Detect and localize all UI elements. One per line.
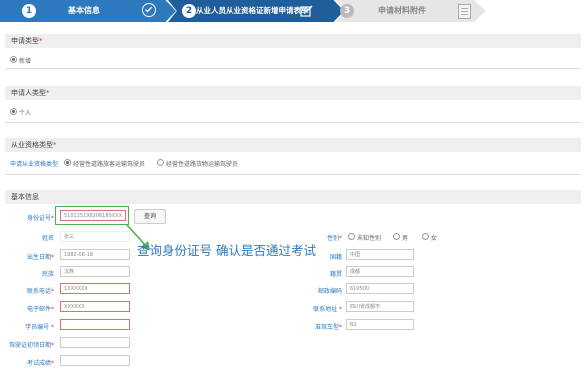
qual-type-radio-freight[interactable]	[157, 159, 164, 166]
nation-input[interactable]: 中国	[346, 249, 414, 260]
section-applicant-type: 申请人类型*	[5, 86, 581, 100]
document-icon	[458, 4, 471, 19]
qual-type-label: 申请从业资格类型	[10, 161, 59, 168]
check-icon	[142, 3, 156, 17]
apply-type-option: 新增	[19, 58, 32, 65]
student-no-label: 学员编号	[25, 324, 50, 331]
name-label: 姓名	[41, 235, 54, 242]
license-date-label: 驾驶证初领日期	[8, 342, 51, 349]
birth-label: 出生日期	[26, 254, 51, 261]
divider	[5, 122, 581, 123]
step-1-number: 1	[22, 4, 36, 18]
name-input[interactable]: 张三	[60, 231, 130, 242]
phone-label: 联系电话	[26, 288, 51, 295]
gender-label: 性别	[326, 235, 339, 242]
section-title: 基本信息	[11, 193, 39, 201]
section-qual-type: 从业资格类型*	[5, 138, 581, 152]
applicant-type-option: 个人	[19, 110, 32, 117]
section-apply-type: 申请类型*	[5, 34, 581, 48]
qual-type-option-passenger: 经营性道路旅客运输驾驶员	[73, 161, 146, 168]
divider	[5, 174, 581, 175]
student-no-input[interactable]	[60, 319, 130, 330]
email-label: 电子邮件	[26, 306, 51, 313]
gender-radio-unknown[interactable]	[348, 233, 355, 240]
gender-option-unknown: 未知性别	[357, 235, 382, 242]
score-input[interactable]	[60, 355, 130, 366]
postcode-input[interactable]: 610500	[346, 283, 414, 294]
origin-input[interactable]: 成都	[346, 266, 414, 277]
ethnic-label: 民族	[41, 271, 54, 278]
section-title: 申请类型	[11, 37, 39, 45]
applicant-type-radio[interactable]	[10, 108, 17, 115]
step-2-label: 从业人员从业资格证新增申请表单	[196, 6, 309, 15]
address-input[interactable]: 四川省成都市	[346, 301, 414, 312]
section-title: 申请人类型	[11, 89, 46, 97]
gender-radio-male[interactable]	[393, 233, 400, 240]
section-title: 从业资格类型	[11, 141, 53, 149]
phone-input[interactable]: 1XXXXXX	[60, 283, 130, 294]
step-1-label: 基本信息	[68, 6, 100, 15]
address-label: 联系地址	[313, 306, 338, 313]
id-input[interactable]: 510125198206180XXX	[60, 210, 126, 221]
email-input[interactable]: XXXXXX	[60, 301, 130, 312]
step-3-number: 3	[340, 4, 354, 18]
step-3-label: 申请材料附件	[378, 6, 426, 15]
birth-input[interactable]: 1982-06-18	[60, 249, 130, 260]
annotation-text: 查询身份证号 确认是否通过考试	[137, 243, 316, 258]
step-2-number: 2	[182, 4, 196, 18]
apply-type-radio[interactable]	[10, 56, 17, 63]
step-progress-bar: 1 基本信息 2 从业人员从业资格证新增申请表单 3 申请材料附件	[0, 0, 588, 22]
qual-type-radio-passenger[interactable]	[64, 159, 71, 166]
postcode-label: 邮政编码	[317, 288, 342, 295]
qual-type-option-freight: 经营性道路货物运输驾驶员	[166, 161, 239, 168]
origin-label: 籍贯	[329, 271, 342, 278]
vehicle-label: 准驾车型	[314, 324, 339, 331]
edit-icon	[300, 3, 314, 17]
vehicle-input[interactable]: B2	[346, 319, 414, 330]
divider	[5, 68, 581, 69]
gender-option-male: 男	[402, 235, 409, 242]
gender-radio-female[interactable]	[422, 233, 429, 240]
section-basic-info: 基本信息	[5, 190, 581, 204]
id-label: 身份证号	[26, 215, 51, 222]
gender-option-female: 女	[431, 235, 438, 242]
license-date-input[interactable]	[60, 337, 130, 348]
ethnic-input[interactable]: 汉族	[60, 266, 130, 277]
score-label: 考试成绩	[26, 360, 51, 367]
